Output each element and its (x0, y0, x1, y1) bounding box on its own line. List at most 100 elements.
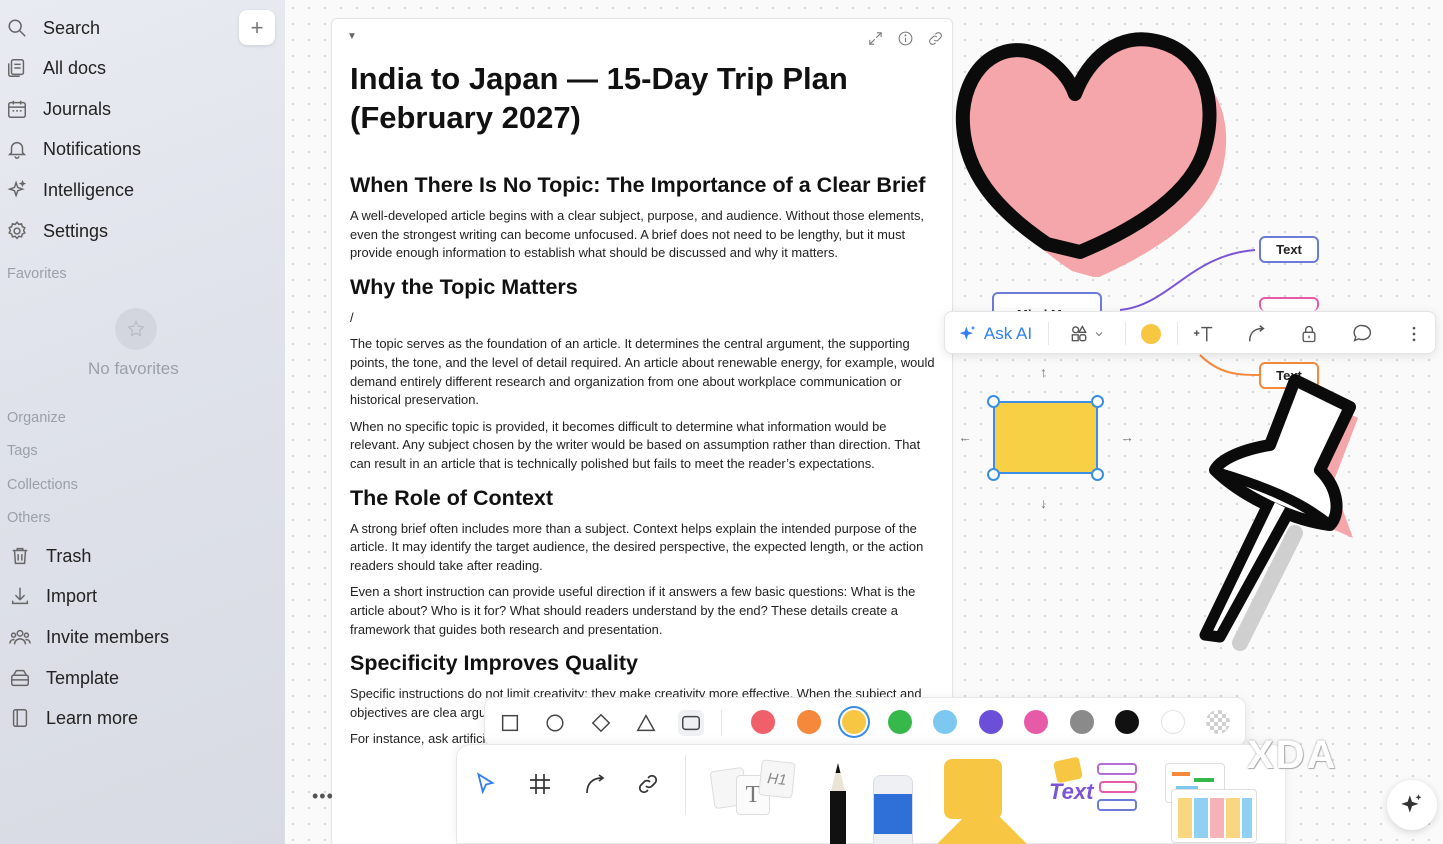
connector-tool-button[interactable] (579, 767, 613, 801)
square-shape-button[interactable] (497, 710, 523, 736)
mind-map-node[interactable] (1259, 297, 1319, 311)
color-swatch[interactable] (1160, 710, 1185, 734)
mind-map-node[interactable]: Text (1259, 236, 1319, 263)
sidebar-item-label: Invite members (46, 626, 170, 647)
star-icon (115, 308, 157, 350)
info-icon[interactable] (896, 29, 914, 47)
color-swatch[interactable] (933, 710, 957, 734)
sidebar-item-search[interactable]: Search (0, 10, 100, 46)
doc-paragraph[interactable]: A strong brief often includes more than … (350, 520, 935, 576)
sidebar-item-label: All docs (43, 57, 107, 78)
color-swatch[interactable] (751, 710, 775, 734)
lock-button[interactable] (1293, 312, 1325, 355)
doc-heading[interactable]: Specificity Improves Quality (350, 649, 935, 677)
ask-ai-button[interactable]: Ask AI (955, 312, 1035, 355)
add-shape-left-arrow[interactable]: ← (958, 429, 972, 445)
sidebar-item-intelligence[interactable]: Intelligence (0, 172, 134, 208)
circle-shape-button[interactable] (542, 710, 568, 736)
link-tool-button[interactable] (631, 767, 665, 801)
add-shape-right-arrow[interactable]: → (1120, 429, 1134, 445)
color-swatch[interactable] (796, 710, 821, 734)
resize-handle[interactable] (987, 468, 1000, 481)
sidebar-item-trash[interactable]: Trash (0, 538, 91, 574)
eraser-tool[interactable] (873, 775, 913, 844)
collapse-caret-icon[interactable]: ▼ (347, 31, 357, 42)
mindmap-tool-node (1099, 781, 1137, 793)
frame-tool-button[interactable] (523, 767, 557, 801)
link-icon[interactable] (926, 29, 944, 47)
transparent-swatch[interactable] (1206, 710, 1230, 734)
sidebar-item-settings[interactable]: Settings (0, 213, 108, 249)
text-tool-button[interactable]: T H1 (709, 759, 796, 819)
sidebar-item-all-docs[interactable]: All docs (0, 50, 106, 86)
select-tool-button[interactable] (469, 767, 503, 801)
more-horizontal-icon[interactable]: ••• (312, 786, 334, 807)
comment-icon (1352, 324, 1371, 342)
color-swatch[interactable] (978, 710, 1003, 734)
doc-paragraph[interactable]: The topic serves as the foundation of an… (350, 335, 935, 409)
sidebar-item-label: Import (46, 585, 98, 606)
doc-paragraph[interactable]: When no specific topic is provided, it b… (350, 418, 935, 474)
doc-heading[interactable]: The Role of Context (350, 484, 935, 512)
tags-heading[interactable]: Tags (7, 443, 38, 459)
doc-title[interactable]: India to Japan — 15-Day Trip Plan (Febru… (350, 59, 935, 137)
favorites-heading[interactable]: Favorites (7, 266, 67, 282)
ai-assistant-button[interactable] (1387, 780, 1437, 830)
watermark-logo: XDA (1247, 733, 1338, 777)
add-shape-up-arrow[interactable]: ↑ (1040, 364, 1047, 380)
ask-ai-label: Ask AI (983, 323, 1033, 343)
sidebar-item-import[interactable]: Import (0, 578, 97, 614)
sidebar-item-invite-members[interactable]: Invite members (0, 619, 169, 655)
color-swatch[interactable] (1024, 710, 1048, 734)
sidebar-item-journals[interactable]: Journals (0, 91, 111, 127)
color-swatch[interactable] (1115, 710, 1139, 734)
mindmap-tool-node (1097, 763, 1137, 775)
comment-button[interactable] (1346, 312, 1378, 355)
shape-tool[interactable] (932, 759, 1032, 844)
add-text-button[interactable] (1188, 312, 1220, 355)
sidebar-item-notifications[interactable]: Notifications (0, 131, 141, 167)
more-options-button[interactable] (1398, 312, 1430, 355)
slash-command-line[interactable]: / (350, 309, 935, 328)
collections-heading[interactable]: Collections (7, 477, 78, 493)
fill-color-button[interactable] (1135, 312, 1167, 355)
expand-icon[interactable] (866, 29, 884, 47)
new-doc-button[interactable]: + (239, 10, 275, 45)
resize-handle[interactable] (1091, 395, 1104, 408)
organize-heading[interactable]: Organize (7, 410, 66, 426)
color-swatch[interactable] (887, 710, 912, 734)
template-tool[interactable] (1165, 763, 1260, 843)
others-heading[interactable]: Others (7, 510, 51, 526)
sidebar-item-learn-more[interactable]: Learn more (0, 700, 138, 736)
shapes-icon (1071, 324, 1087, 341)
resize-handle[interactable] (987, 395, 1000, 408)
doc-heading[interactable]: Why the Topic Matters (350, 273, 935, 301)
shape-type-dropdown[interactable] (1065, 312, 1109, 355)
diamond-shape-button[interactable] (588, 710, 614, 736)
mindmap-tool[interactable]: Text (1047, 756, 1142, 837)
sidebar-item-label: Notifications (43, 138, 142, 159)
text-sticker: Text (1049, 779, 1094, 804)
color-swatch[interactable] (1069, 710, 1094, 734)
triangle-shape-button[interactable] (633, 710, 659, 736)
color-swatch[interactable] (842, 710, 866, 734)
add-shape-down-arrow[interactable]: ↓ (1040, 495, 1047, 511)
more-vertical-icon (1412, 326, 1416, 341)
sparkle-icon (959, 325, 976, 340)
frame-icon (530, 774, 550, 794)
template-card (1171, 789, 1257, 843)
shape-tool-triangle (932, 799, 1032, 844)
pushpin-sticker[interactable] (1190, 365, 1380, 655)
selected-rectangle-shape[interactable] (993, 401, 1098, 474)
doc-paragraph[interactable]: Even a short instruction can provide use… (350, 583, 935, 639)
rounded-rect-shape-button[interactable] (678, 710, 704, 736)
doc-heading[interactable]: When There Is No Topic: The Importance o… (350, 171, 935, 199)
doc-paragraph[interactable]: A well-developed article begins with a c… (350, 207, 935, 263)
sidebar-item-template[interactable]: Template (0, 660, 119, 696)
template-icon (9, 667, 31, 689)
shape-color-toolbar (484, 697, 1246, 747)
connector-button[interactable] (1241, 312, 1273, 355)
pencil-tool[interactable] (823, 763, 853, 844)
sidebar-item-label: Settings (43, 220, 109, 241)
resize-handle[interactable] (1091, 468, 1104, 481)
